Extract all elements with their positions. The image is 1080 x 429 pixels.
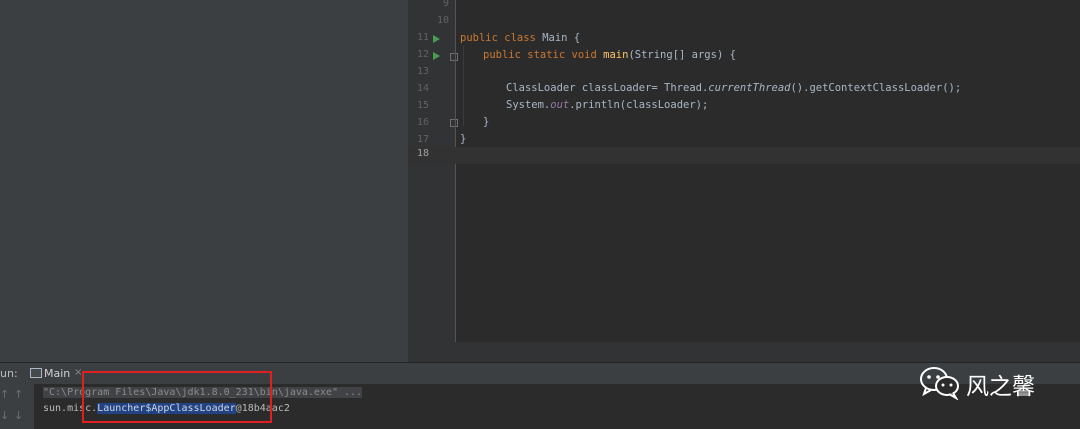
code-line-12: public static void main(String[] args) { <box>483 49 736 61</box>
line-number: 14 <box>416 83 429 94</box>
line-number: 17 <box>416 134 429 145</box>
line-number: 11 <box>416 32 429 43</box>
indent-guide <box>463 46 464 126</box>
rerun-icon[interactable]: ↑ <box>0 388 9 401</box>
code-line-16: } <box>483 116 490 128</box>
run-class-icon[interactable] <box>433 35 440 43</box>
line-number: 16 <box>416 117 429 128</box>
wechat-icon <box>920 367 959 401</box>
code-line-17: } <box>460 133 467 145</box>
down-arrow-icon[interactable]: ↓ <box>14 409 23 422</box>
line-number: 10 <box>436 15 449 26</box>
project-panel <box>0 0 408 362</box>
up-arrow-icon[interactable]: ↑ <box>14 388 23 401</box>
code-line-11: public class Main { <box>460 32 581 44</box>
current-line-highlight: 18 <box>409 147 1080 164</box>
line-number: 12 <box>416 49 429 60</box>
editor-gutter: 9 10 11 12 13 14 15 16 17 <box>409 0 458 342</box>
console-toolbar: ↑ ↑ ↓ ↓ <box>0 384 34 429</box>
line-number: 13 <box>416 66 429 77</box>
console-icon <box>30 368 42 378</box>
fold-icon[interactable] <box>450 119 458 127</box>
fold-icon[interactable] <box>450 53 458 61</box>
run-main-icon[interactable] <box>433 52 440 60</box>
gutter-separator <box>455 0 456 342</box>
code-line-15: System.out.println(classLoader); <box>506 99 709 111</box>
code-line-14: ClassLoader classLoader= Thread.currentT… <box>506 82 962 94</box>
editor-scroll-area <box>409 342 1080 362</box>
code-editor[interactable]: 9 10 11 12 13 14 15 16 17 18 public clas… <box>409 0 1080 362</box>
tab-main-label: Main <box>44 367 71 380</box>
line-number: 15 <box>416 100 429 111</box>
run-label: un: <box>0 367 18 380</box>
watermark: 风之馨 <box>918 364 1058 401</box>
line-number-current: 18 <box>416 148 429 159</box>
stop-icon[interactable]: ↓ <box>0 409 9 422</box>
line-number: 9 <box>442 0 449 9</box>
watermark-text: 风之馨 <box>966 374 1035 400</box>
highlight-box <box>82 371 272 423</box>
